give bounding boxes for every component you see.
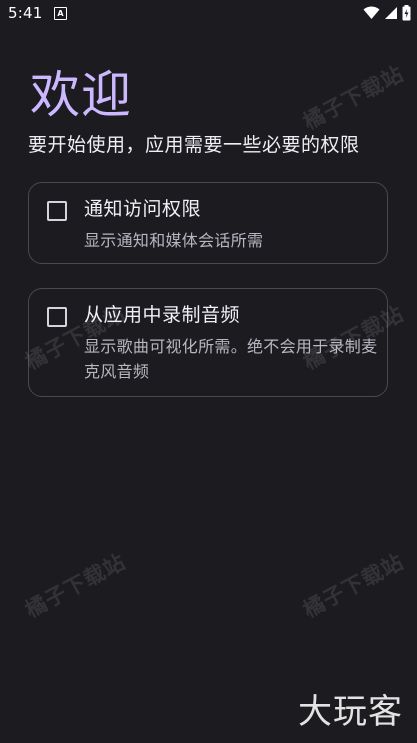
permission-description: 显示歌曲可视化所需。绝不会用于录制麦克风音频 bbox=[84, 337, 378, 381]
permission-card-record-audio[interactable]: 从应用中录制音频 显示歌曲可视化所需。绝不会用于录制麦克风音频 bbox=[28, 288, 388, 397]
app-notification-icon: A bbox=[54, 7, 67, 20]
status-bar: 5:41 A bbox=[0, 0, 417, 28]
brand-logo: 大玩客 bbox=[298, 692, 403, 732]
status-icons bbox=[363, 5, 411, 21]
record-audio-checkbox[interactable] bbox=[47, 307, 67, 327]
permission-description: 显示通知和媒体会话所需 bbox=[84, 231, 264, 250]
notification-access-checkbox[interactable] bbox=[47, 201, 67, 221]
cellular-signal-icon bbox=[385, 7, 397, 19]
page-subtitle: 要开始使用，应用需要一些必要的权限 bbox=[28, 134, 360, 156]
wifi-icon bbox=[363, 6, 380, 19]
permission-title: 从应用中录制音频 bbox=[84, 304, 241, 326]
page-title: 欢迎 bbox=[30, 66, 132, 124]
battery-charging-icon bbox=[402, 5, 411, 21]
permission-title: 通知访问权限 bbox=[84, 198, 202, 220]
watermark: 橘子下载站 bbox=[21, 549, 130, 623]
status-time: 5:41 bbox=[8, 4, 43, 22]
watermark: 橘子下载站 bbox=[299, 549, 408, 623]
permission-card-notification-access[interactable]: 通知访问权限 显示通知和媒体会话所需 bbox=[28, 182, 388, 264]
watermark: 橘子下载站 bbox=[299, 61, 408, 135]
